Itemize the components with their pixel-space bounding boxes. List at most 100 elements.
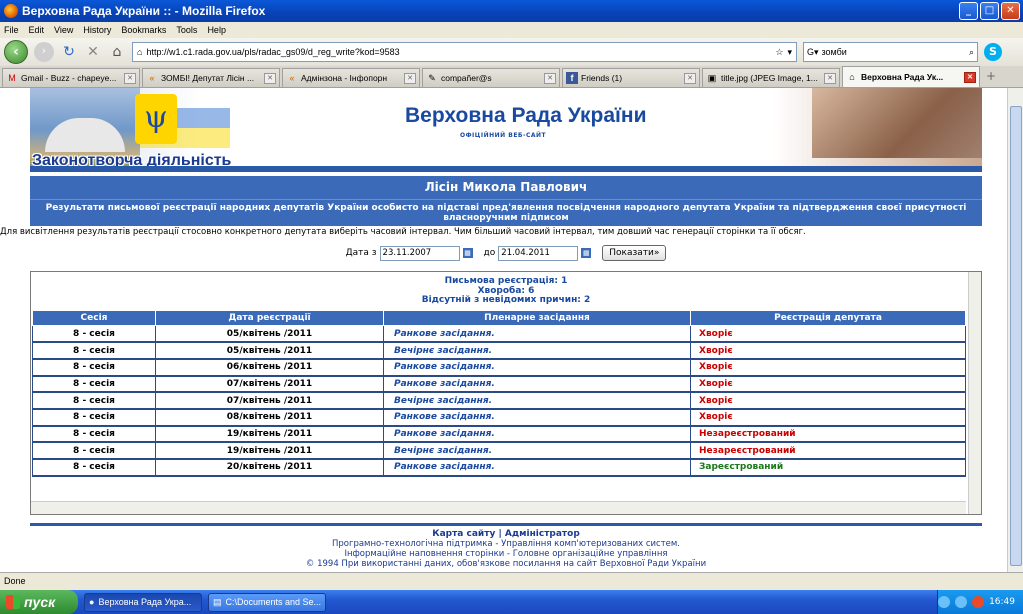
gmail-icon: M [8,73,16,83]
minimize-button[interactable]: _ [959,2,978,20]
table-row: 8 - сесія 07/квітень /2011 Вечірнє засідан… [32,391,966,410]
page-vertical-scrollbar[interactable] [1007,88,1023,572]
menu-help[interactable]: Help [207,25,226,35]
results-horizontal-scrollbar[interactable] [31,501,966,514]
tab-gmail[interactable]: M Gmail - Buzz - chapeye... ✕ [2,68,140,87]
results-vertical-scrollbar[interactable] [968,272,981,514]
taskbar-item-explorer[interactable]: ▤ C:\Documents and Se... [208,592,326,612]
date-cell: 07/квітень /2011 [155,375,384,394]
tab-close-icon[interactable]: ✕ [684,72,696,84]
clock: 16:49 [989,597,1015,607]
footer-line-content: Інформаційне наповнення сторінки - Голов… [344,549,668,559]
menu-bookmarks[interactable]: Bookmarks [121,25,166,35]
search-engine-icon[interactable]: G▾ [807,47,819,58]
show-button[interactable]: Показати» [602,245,667,261]
search-icon[interactable]: ⌕ [969,47,974,58]
bookmark-star-icon[interactable]: ☆ [775,47,783,58]
start-button[interactable]: пуск [0,590,78,614]
footer-line-support: Програмно-технологічна підтримка - Управ… [332,539,680,549]
image-icon: ▣ [707,73,717,83]
meeting-link[interactable]: Ранкове засідання. [383,375,691,394]
session-cell: 8 - сесія [32,375,156,394]
menu-history[interactable]: History [83,25,111,35]
menu-tools[interactable]: Tools [176,25,197,35]
menu-edit[interactable]: Edit [29,25,45,35]
tab-companeros[interactable]: ✎ compañer@s ✕ [422,68,560,87]
tab-close-icon[interactable]: ✕ [964,71,976,83]
site-subtitle: ОФІЦІЙНИЙ ВЕБ-САЙТ [460,132,547,139]
stop-icon[interactable]: ✕ [84,44,102,60]
meeting-link[interactable]: Ранкове засідання. [383,458,691,477]
tab-zombie[interactable]: « ЗОМБІ! Депутат Лісін ... ✕ [142,68,280,87]
meeting-link[interactable]: Ранкове засідання. [383,408,691,427]
back-button[interactable]: ‹ [4,40,28,64]
meeting-link[interactable]: Вечірнє засідання. [383,441,691,460]
session-cell: 8 - сесія [32,391,156,410]
windows-taskbar: пуск ● Верховна Рада Укра... ▤ C:\Docume… [0,590,1023,614]
scrollbar-thumb[interactable] [1010,106,1022,566]
meeting-link[interactable]: Вечірнє засідання. [383,391,691,410]
status-cell: Незареєстрований [690,441,966,460]
skype-icon[interactable]: S [984,43,1002,61]
menu-view[interactable]: View [54,25,73,35]
window-titlebar: Верховна Рада України :: - Mozilla Firef… [0,0,1023,22]
table-row: 8 - сесія 08/квітень /2011 Ранкове засідан… [32,408,966,427]
tab-label: title.jpg (JPEG Image, 1... [721,73,818,83]
page-content: ψ Верховна Рада України ОФІЦІЙНИЙ ВЕБ-СА… [0,88,1023,572]
forward-button[interactable]: › [34,42,54,62]
new-tab-icon[interactable]: + [982,69,1000,87]
taskbar-item-label: C:\Documents and Se... [225,597,322,607]
table-row: 8 - сесія 19/квітень /2011 Ранкове засідан… [32,425,966,444]
tab-close-icon[interactable]: ✕ [264,72,276,84]
meeting-link[interactable]: Вечірнє засідання. [383,341,691,360]
interval-hint: Для висвітлення результатів реєстрації с… [0,227,806,237]
deputy-name: Лісін Микола Павлович [30,176,982,200]
date-cell: 05/квітень /2011 [155,325,384,344]
tab-close-icon[interactable]: ✕ [124,72,136,84]
footer-copyright: © 1994 При використанні даних, обов'язко… [305,559,707,569]
tab-label: ЗОМБІ! Депутат Лісін ... [161,73,255,83]
admin-link[interactable]: Адміністратор [505,529,580,539]
calendar-icon[interactable]: ▦ [581,248,592,258]
tab-close-icon[interactable]: ✕ [404,72,416,84]
tab-close-icon[interactable]: ✕ [824,72,836,84]
search-box[interactable]: G▾ зомби ⌕ [803,42,978,62]
col-meeting: Пленарне засідання [383,310,691,326]
network-icon[interactable] [938,596,951,608]
date-from-label: Дата з [345,248,377,258]
volume-icon[interactable] [955,596,968,608]
table-row: 8 - сесія 05/квітень /2011 Ранкове засідан… [32,325,966,344]
tab-bar: M Gmail - Buzz - chapeye... ✕ « ЗОМБІ! Д… [0,66,1023,88]
sitemap-link[interactable]: Карта сайту [432,529,495,539]
date-cell: 19/квітень /2011 [155,425,384,444]
tab-friends[interactable]: f Friends (1) ✕ [562,68,700,87]
reload-icon[interactable]: ↻ [60,44,78,60]
close-button[interactable]: ✕ [1001,2,1020,20]
tab-close-icon[interactable]: ✕ [544,72,556,84]
navigation-toolbar: ‹ › ↻ ✕ ⌂ ⌂ http://w1.c1.rada.gov.ua/pls… [0,38,1023,66]
date-from-input[interactable] [379,245,460,261]
tab-adminzone[interactable]: « Адмінзона - Інфопорн ✕ [282,68,420,87]
menu-file[interactable]: File [4,25,19,35]
calendar-icon[interactable]: ▦ [462,248,473,258]
tab-label: Gmail - Buzz - chapeye... [21,73,117,83]
date-cell: 05/квітень /2011 [155,341,384,360]
tab-rada[interactable]: ⌂ Верховна Рада Ук... ✕ [842,66,980,87]
tab-image[interactable]: ▣ title.jpg (JPEG Image, 1... ✕ [702,68,840,87]
url-dropdown-icon[interactable]: ▾ [787,47,792,58]
meeting-link[interactable]: Ранкове засідання. [383,358,691,377]
address-bar[interactable]: ⌂ http://w1.c1.rada.gov.ua/pls/radac_gs0… [132,42,797,62]
status-cell: Незареєстрований [690,425,966,444]
taskbar-item-firefox[interactable]: ● Верховна Рада Укра... [84,592,202,612]
meeting-link[interactable]: Ранкове засідання. [383,325,691,344]
date-to-input[interactable] [498,245,579,261]
table-row: 8 - сесія 19/квітень /2011 Вечірнє засідан… [32,441,966,460]
site-title: Верховна Рада України [405,104,647,127]
tab-label: Friends (1) [581,73,623,83]
search-input[interactable]: зомби [822,47,966,57]
security-icon[interactable] [972,596,985,608]
tab-label: compañer@s [441,73,492,83]
maximize-button[interactable]: □ [980,2,999,20]
meeting-link[interactable]: Ранкове засідання. [383,425,691,444]
home-icon[interactable]: ⌂ [108,44,126,60]
